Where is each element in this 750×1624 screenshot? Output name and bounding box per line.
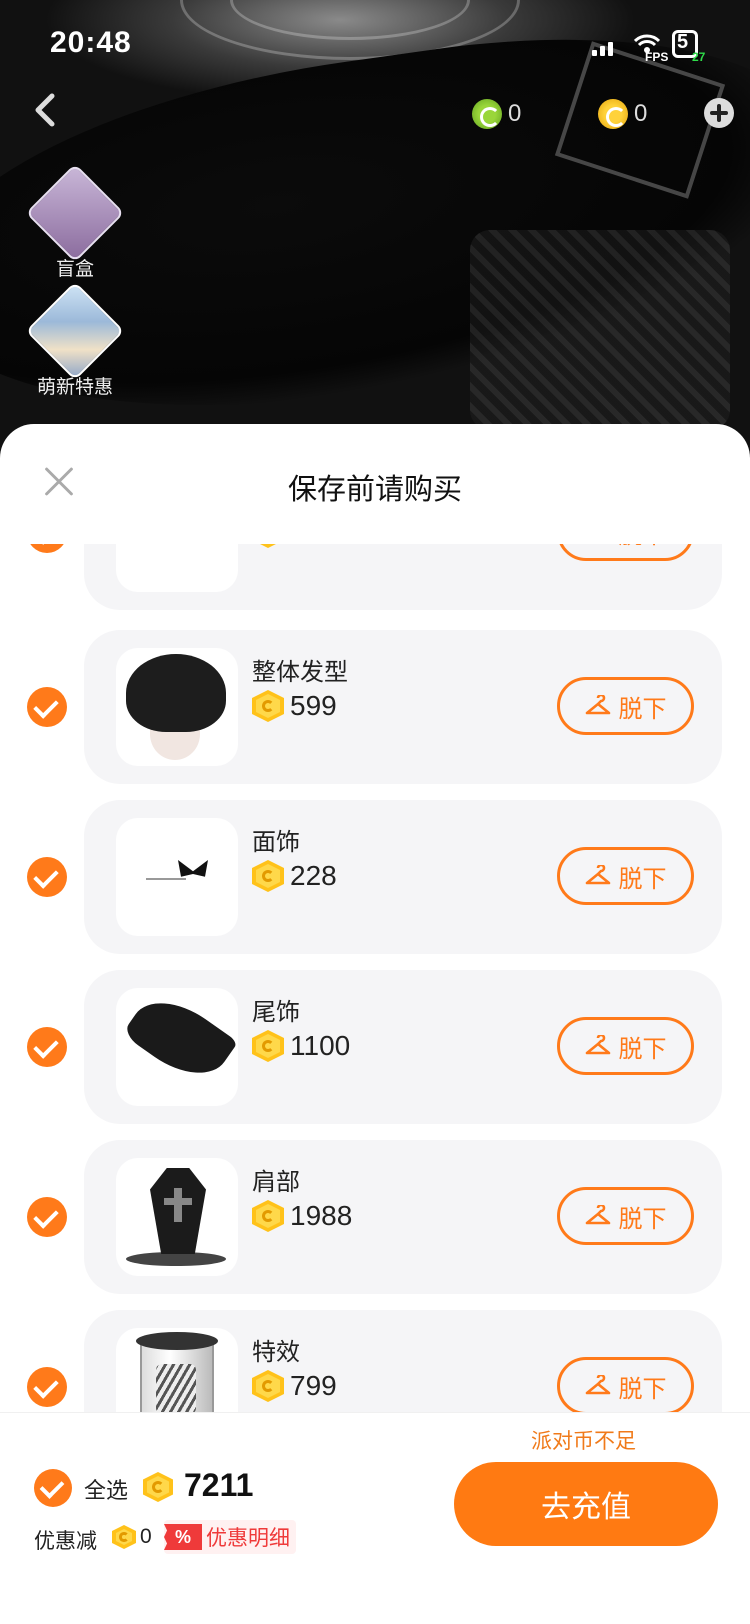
item-thumbnail (116, 544, 238, 592)
discount-detail-label: 优惠明细 (206, 1527, 290, 1550)
tail-thumbnail (116, 988, 238, 1106)
insufficient-notice: 派对币不足 (531, 1430, 636, 1453)
item-price-value: 228 (290, 860, 337, 891)
gold-coin-balance: 0 (598, 96, 647, 132)
gold-coin-icon (112, 1525, 136, 1549)
status-bar: 20:48 5 FPS 27 (0, 0, 750, 80)
take-off-label: 脱下 (618, 1205, 667, 1233)
green-coin-icon (472, 99, 502, 129)
item-name: 肩部 (252, 1169, 300, 1196)
gold-coin-icon (252, 1200, 284, 1232)
gold-coin-icon (252, 1370, 284, 1402)
fps-label: FPS (645, 50, 669, 64)
take-off-button[interactable]: 脱下 (557, 847, 694, 905)
item-price-value: 1100 (290, 1030, 351, 1061)
list-item: 整体发型 599 脱下 (0, 630, 750, 784)
back-arrow-icon[interactable] (26, 90, 66, 130)
green-coin-value: 0 (508, 100, 522, 127)
fps-value: 27 (692, 50, 706, 64)
gold-coin-icon (252, 860, 284, 892)
list-item: 尾饰 1100 脱下 (0, 970, 750, 1124)
gold-coin-icon (598, 99, 628, 129)
hanger-icon (585, 1205, 610, 1225)
take-off-button[interactable]: 脱下 (557, 1357, 694, 1415)
shoulder-thumbnail (116, 1158, 238, 1276)
checkout-bar: 派对币不足 全选 7211 优惠减 0 % 优惠明细 去充值 (0, 1412, 750, 1624)
take-off-button[interactable]: 脱下 (557, 677, 694, 735)
checkbox-checked-icon[interactable] (27, 857, 67, 897)
newbie-deal-icon (25, 281, 125, 381)
discount-detail-link[interactable]: % 优惠明细 (164, 1520, 296, 1554)
take-off-button[interactable]: 脱下 (557, 1187, 694, 1245)
discount-value: 0 (140, 1525, 152, 1548)
checkbox-checked-icon[interactable] (27, 687, 67, 727)
list-item: 脱下 (0, 544, 750, 610)
item-name: 整体发型 (252, 659, 348, 686)
sheet-title: 保存前请购买 (287, 474, 462, 506)
take-off-label: 脱下 (619, 544, 667, 550)
total-price: 7211 (184, 1467, 254, 1503)
item-name: 面饰 (252, 829, 300, 856)
checkbox-checked-icon[interactable] (27, 1027, 67, 1067)
face-accessory-thumbnail (116, 818, 238, 936)
hanger-icon (585, 1375, 610, 1395)
list-item: 面饰 228 脱下 (0, 800, 750, 954)
item-price-value: 1988 (290, 1200, 353, 1231)
item-price: 1988 (252, 1200, 352, 1232)
checkbox-checked-icon[interactable] (27, 1197, 67, 1237)
item-price: 599 (252, 690, 337, 722)
list-item: 肩部 1988 脱下 (0, 1140, 750, 1294)
item-list[interactable]: 脱下 整体发型 599 脱下 面饰 228 (0, 544, 750, 1474)
item-price: 799 (252, 1370, 337, 1402)
discount-label: 优惠减 (34, 1530, 97, 1553)
gold-coin-icon (252, 690, 284, 722)
take-off-button[interactable]: 脱下 (557, 544, 694, 561)
hanger-icon (585, 1035, 610, 1055)
gold-coin-icon (252, 544, 284, 548)
take-off-label: 脱下 (618, 1375, 667, 1403)
hanger-icon (585, 865, 610, 885)
add-currency-button[interactable] (704, 98, 734, 128)
checkbox-checked-icon[interactable] (27, 1367, 67, 1407)
item-name: 尾饰 (252, 999, 300, 1026)
battery-level: 5 (677, 31, 689, 53)
status-time: 20:48 (50, 26, 132, 59)
select-all-label[interactable]: 全选 (84, 1473, 128, 1505)
item-name: 特效 (252, 1339, 300, 1366)
gold-coin-icon (252, 1030, 284, 1062)
hanger-icon (585, 695, 610, 715)
gift-box-icon (25, 163, 125, 263)
take-off-label: 脱下 (618, 695, 667, 723)
green-coin-balance: 0 (472, 96, 521, 132)
signal-icon (592, 38, 620, 56)
select-all-checkbox[interactable] (34, 1469, 72, 1507)
take-off-button[interactable]: 脱下 (557, 1017, 694, 1075)
scene-decoration (470, 230, 730, 430)
item-price: 228 (252, 860, 337, 892)
item-price (252, 544, 290, 548)
hair-thumbnail (116, 648, 238, 766)
gold-coin-value: 0 (634, 100, 648, 127)
percent-tag-icon: % (164, 1524, 202, 1550)
recharge-button[interactable]: 去充值 (454, 1462, 718, 1546)
side-item-newbie-deal[interactable]: 萌新特惠 (25, 281, 125, 399)
take-off-label: 脱下 (618, 1035, 667, 1063)
item-price-value: 599 (290, 690, 337, 721)
side-item-blind-box[interactable]: 盲盒 (25, 163, 125, 281)
take-off-label: 脱下 (618, 865, 667, 893)
gold-coin-icon (143, 1472, 173, 1502)
checkbox-checked-icon[interactable] (27, 544, 67, 553)
item-price: 1100 (252, 1030, 350, 1062)
item-price-value: 799 (290, 1370, 337, 1401)
